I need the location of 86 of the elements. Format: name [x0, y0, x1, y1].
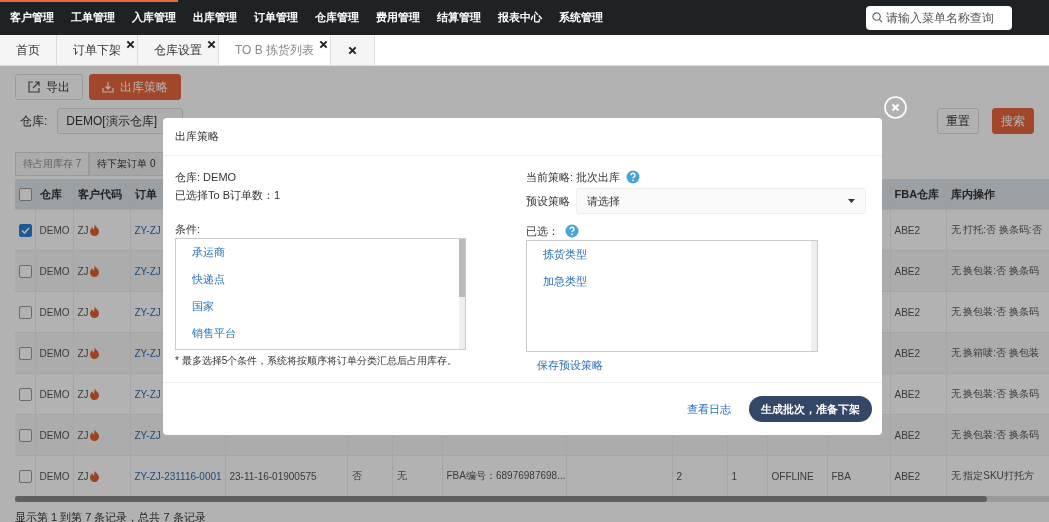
select-all-checkbox[interactable]: [19, 187, 32, 201]
table-cell: 无 换包装:否 换条码: [946, 250, 1049, 292]
list-item[interactable]: 加急类型: [543, 268, 587, 295]
column-header: 仓库: [35, 179, 73, 210]
list-item[interactable]: 承运商: [192, 239, 225, 266]
preset-select[interactable]: 请选择: [576, 188, 866, 214]
search-icon: [872, 12, 883, 23]
chosen-list[interactable]: 拣货类型 加急类型: [526, 240, 818, 352]
nav-item[interactable]: 出库管理: [193, 10, 254, 25]
table-cell: ZJ: [77, 347, 89, 359]
table-cell: ABE2: [890, 332, 946, 374]
table-cell: DEMO: [35, 250, 73, 292]
nav-item[interactable]: 费用管理: [376, 10, 437, 25]
nav-item[interactable]: 报表中心: [498, 10, 559, 25]
row-checkbox[interactable]: [19, 346, 32, 360]
tab[interactable]: 仓库设置: [138, 35, 219, 65]
status-tab[interactable]: 待下架订单 0: [89, 152, 164, 176]
nav-item[interactable]: 客户管理: [10, 10, 71, 25]
nav-item[interactable]: 仓库管理: [315, 10, 376, 25]
row-checkbox[interactable]: [19, 264, 32, 278]
order-link[interactable]: ZY-ZJ: [134, 429, 161, 441]
table-cell: ZJ: [77, 265, 89, 277]
strategy-button[interactable]: 出库策略: [89, 74, 181, 100]
nav-item[interactable]: 订单管理: [254, 10, 315, 25]
search-field[interactable]: 请输入菜单名称查询: [866, 5, 1012, 30]
nav-item[interactable]: 工单管理: [71, 10, 132, 25]
row-checkbox[interactable]: [19, 469, 32, 483]
order-link[interactable]: ZY-ZJ: [134, 306, 161, 318]
row-checkbox[interactable]: [19, 428, 32, 442]
scrollbar-thumb[interactable]: [459, 239, 465, 297]
close-icon[interactable]: [126, 40, 135, 49]
column-header: FBA仓库: [890, 179, 946, 210]
save-preset-link[interactable]: 保存预设策略: [537, 358, 603, 373]
tab[interactable]: 订单下架: [57, 35, 138, 65]
order-link[interactable]: ZY-ZJ-231116-0001: [134, 470, 222, 482]
table-cell: ZJ: [77, 306, 89, 318]
order-link[interactable]: ZY-ZJ: [134, 224, 161, 236]
list-item[interactable]: 拣货类型: [543, 241, 587, 268]
export-icon: [28, 81, 40, 93]
table-cell: DEMO: [35, 414, 73, 456]
nav-item[interactable]: 系统管理: [559, 10, 620, 25]
warehouse-label: 仓库:: [20, 112, 48, 130]
close-icon[interactable]: [319, 40, 329, 49]
close-all-icon[interactable]: [348, 45, 358, 55]
nav-item[interactable]: 入库管理: [132, 10, 193, 25]
conditions-list[interactable]: 承运商 快递点 国家 销售平台: [175, 238, 466, 350]
conditions-label: 条件:: [175, 222, 201, 237]
help-icon[interactable]: [626, 170, 641, 184]
chosen-label: 已选：: [526, 224, 559, 239]
table-cell: 无 换包装:否 换条码: [946, 414, 1049, 456]
help-icon[interactable]: [565, 224, 579, 238]
table-cell: 无 换箱唛:否 换包装: [946, 332, 1049, 374]
search-button[interactable]: 搜索: [992, 108, 1034, 134]
nav-item[interactable]: 结算管理: [437, 10, 498, 25]
export-button[interactable]: 导出: [15, 74, 83, 100]
generate-batch-button[interactable]: 生成批次，准备下架: [749, 396, 872, 422]
list-item[interactable]: 快递点: [192, 266, 225, 293]
status-tab[interactable]: 待占用库存 7: [15, 152, 90, 176]
list-item[interactable]: 销售平台: [192, 320, 236, 347]
caret-icon: [848, 199, 855, 203]
conditions-note: * 最多选择5个条件，系统将按顺序将订单分类汇总后占用库存。: [175, 354, 458, 368]
reset-button[interactable]: 重置: [937, 108, 979, 134]
row-checkbox[interactable]: [19, 305, 32, 319]
order-link[interactable]: ZY-ZJ: [134, 388, 161, 400]
table-cell: ZJ: [77, 388, 89, 400]
table-cell: ABE2: [890, 250, 946, 292]
table-cell: ABE2: [890, 414, 946, 456]
scrollbar-thumb[interactable]: [15, 496, 987, 502]
view-log-link[interactable]: 查看日志: [687, 401, 731, 417]
table-cell: ZJ: [77, 470, 89, 482]
preset-label: 预设策略: [526, 194, 570, 209]
pagination-info: 显示第 1 到第 7 条记录，总共 7 条记录: [15, 510, 207, 522]
tab[interactable]: 首页: [0, 35, 57, 65]
order-link[interactable]: ZY-ZJ: [134, 265, 161, 277]
table-cell: DEMO: [35, 332, 73, 374]
close-icon[interactable]: [207, 40, 216, 49]
current-strategy: 当前策略: 批次出库: [526, 170, 621, 185]
list-item[interactable]: 国家: [192, 293, 214, 320]
table-cell: ZJ: [77, 224, 89, 236]
download-icon: [102, 81, 114, 93]
row-checkbox[interactable]: [19, 223, 32, 237]
table-cell: ZJ: [77, 429, 89, 441]
column-header: 库内操作: [946, 179, 1049, 210]
row-checkbox[interactable]: [19, 387, 32, 401]
order-link[interactable]: ZY-ZJ: [134, 347, 161, 359]
column-header: 客户代码: [73, 179, 130, 210]
